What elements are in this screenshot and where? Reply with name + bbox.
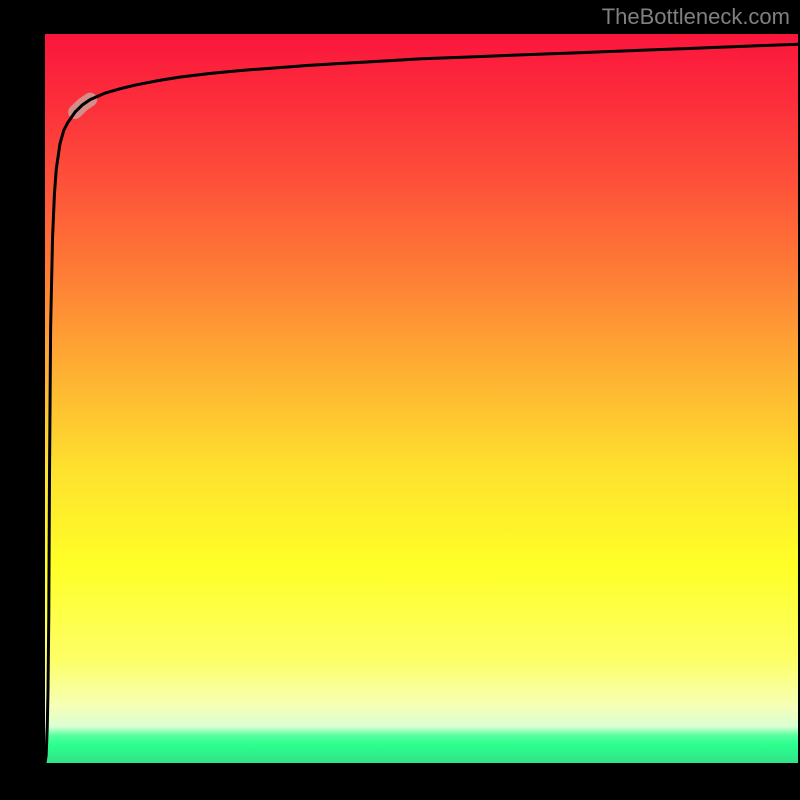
attribution-text: TheBottleneck.com (602, 4, 790, 30)
plot-background (45, 34, 798, 763)
chart-svg (45, 34, 798, 763)
